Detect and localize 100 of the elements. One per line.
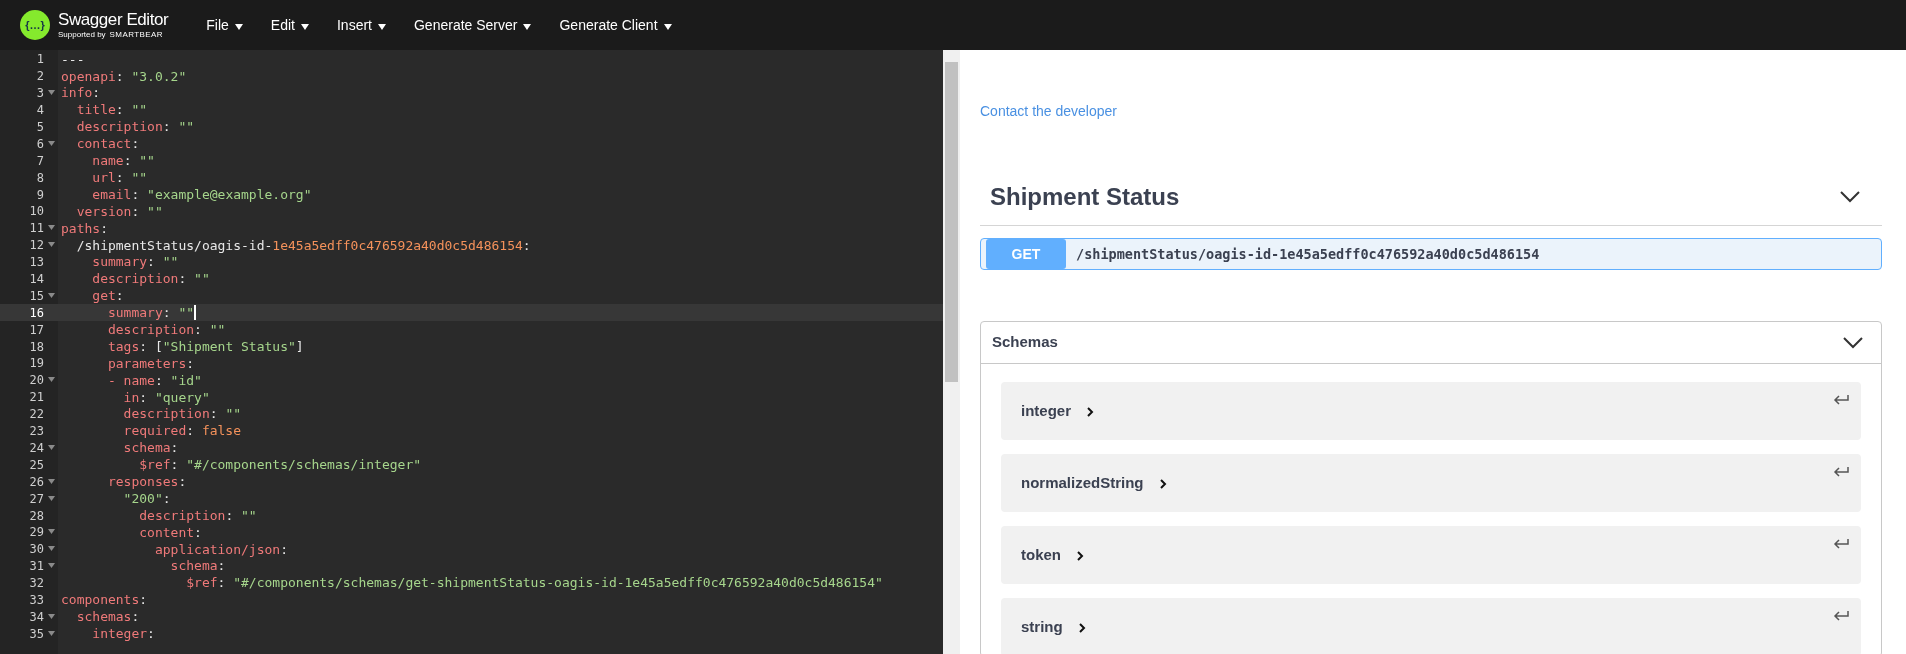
caret-icon — [378, 24, 386, 30]
code-line: --- — [60, 50, 85, 69]
code-line: $ref: "#/components/schemas/get-shipmentStatus-oagis-id-1e45a5edff0c476592a40d0c5d486154" — [185, 574, 883, 593]
fold-icon[interactable] — [48, 495, 55, 501]
text-cursor — [194, 305, 197, 321]
chevron-icon[interactable] — [1840, 191, 1860, 203]
menu-button[interactable]: Insert — [322, 0, 400, 50]
line-number: 1 — [36, 51, 44, 69]
code-line: email: "example@example.org" — [91, 185, 312, 204]
line-number: 8 — [36, 169, 44, 187]
code-line: url: "" — [91, 168, 148, 187]
line-number: 4 — [36, 102, 44, 120]
line-number: 10 — [29, 203, 44, 221]
operation-row[interactable]: GET /shipmentStatus/oagis-id-1e45a5edff0c476592a40d0c5d486154 — [980, 238, 1882, 270]
code-line: schemas: — [75, 608, 140, 627]
line-number: 23 — [29, 423, 44, 441]
code-line: description: "" — [106, 320, 226, 339]
code-line: info: — [60, 84, 101, 103]
fold-icon[interactable] — [48, 90, 55, 96]
fold-icon[interactable] — [48, 563, 55, 569]
logo-icon: {…} — [20, 10, 50, 40]
code-editor[interactable] — [0, 50, 943, 654]
fold-icon[interactable] — [48, 225, 55, 231]
return-icon[interactable] — [1833, 394, 1849, 406]
line-number: 31 — [29, 558, 44, 576]
operation-path: /shipmentStatus/oagis-id-1e45a5edff0c476592a40d0c5d486154 — [1076, 244, 1540, 264]
line-number: 5 — [36, 119, 44, 136]
fold-icon[interactable] — [48, 630, 55, 636]
code-line: /shipmentStatus/oagis-id-1e45a5edff0c476592a40d0c5d486154: — [75, 236, 531, 255]
fold-icon[interactable] — [48, 242, 55, 248]
schema-card[interactable]: normalizedString — [1001, 454, 1861, 512]
fold-icon[interactable] — [48, 546, 55, 552]
caret-icon — [663, 24, 672, 30]
line-number: 17 — [29, 321, 44, 339]
line-number: 6 — [36, 135, 44, 153]
code-line: $ref: "#/components/schemas/integer" — [138, 456, 422, 475]
code-line: name: "" — [91, 152, 155, 171]
schemas-header[interactable]: Schemas — [981, 322, 1881, 364]
return-icon[interactable] — [1833, 610, 1849, 622]
code-line: description: "" — [75, 118, 195, 137]
schema-card[interactable]: integer — [1001, 382, 1861, 440]
tag-header[interactable]: Shipment Status — [980, 179, 1882, 226]
line-number: 27 — [29, 490, 44, 508]
code-line: content: — [138, 523, 202, 542]
code-line: application/json: — [153, 540, 288, 559]
scrollbar-thumb[interactable] — [945, 62, 958, 382]
fold-icon[interactable] — [48, 377, 55, 383]
schemas-title: Schemas — [992, 332, 1058, 353]
line-number: 30 — [29, 541, 44, 559]
fold-icon[interactable] — [48, 140, 55, 146]
scrollbar[interactable] — [943, 50, 960, 654]
return-icon[interactable] — [1833, 466, 1849, 478]
code-line: required: false — [122, 422, 242, 441]
line-number: 19 — [29, 355, 44, 373]
line-number: 35 — [29, 625, 44, 643]
schema-name: normalizedString — [1021, 472, 1144, 493]
menu-button[interactable]: Edit — [256, 0, 323, 50]
line-number: 2 — [36, 68, 44, 86]
method-badge: GET — [986, 239, 1066, 269]
line-number: 16 — [29, 304, 44, 322]
code-line: openapi: "3.0.2" — [60, 67, 187, 86]
line-number: 15 — [29, 287, 44, 305]
line-number: 20 — [29, 372, 44, 390]
fold-icon[interactable] — [48, 613, 55, 619]
schema-name: string — [1021, 616, 1063, 637]
line-number: 26 — [29, 473, 44, 491]
schema-card[interactable]: string — [1001, 598, 1861, 654]
tag-title: Shipment Status — [990, 182, 1180, 212]
supported-by-text: Supported by — [58, 31, 106, 39]
fold-icon[interactable] — [48, 292, 55, 298]
code-line: version: "" — [75, 202, 163, 221]
fold-icon[interactable] — [48, 444, 55, 450]
line-number: 12 — [29, 237, 44, 255]
code-line: components: — [60, 591, 148, 610]
fold-icon[interactable] — [48, 478, 55, 484]
code-line: schema: — [169, 557, 226, 576]
schema-card[interactable]: token — [1001, 526, 1861, 584]
code-line: description: "" — [91, 270, 210, 289]
chevron-icon[interactable] — [1843, 336, 1863, 349]
fold-icon[interactable] — [48, 529, 55, 535]
return-icon[interactable] — [1833, 538, 1849, 550]
code-line: get: — [91, 287, 124, 306]
code-line: summary: "" — [91, 253, 179, 272]
menu-button[interactable]: Generate Server — [400, 0, 546, 50]
line-number: 32 — [29, 575, 44, 593]
caret-icon — [234, 24, 243, 30]
line-number: 18 — [29, 338, 44, 356]
code-line: tags: ["Shipment Status"] — [106, 337, 304, 356]
line-number: 7 — [36, 152, 44, 170]
code-line: in: "query" — [122, 388, 210, 407]
line-number: 14 — [29, 271, 44, 289]
code-line: integer: — [91, 625, 155, 643]
menu-button[interactable]: File — [192, 0, 257, 50]
line-number: 29 — [29, 524, 44, 542]
code-line: "200": — [122, 489, 171, 508]
code-line: - name: "id" — [106, 371, 202, 390]
code-line: title: "" — [75, 101, 148, 120]
line-number: 34 — [29, 608, 44, 626]
menu-button[interactable]: Generate Client — [545, 0, 686, 50]
line-number: 28 — [29, 507, 44, 525]
